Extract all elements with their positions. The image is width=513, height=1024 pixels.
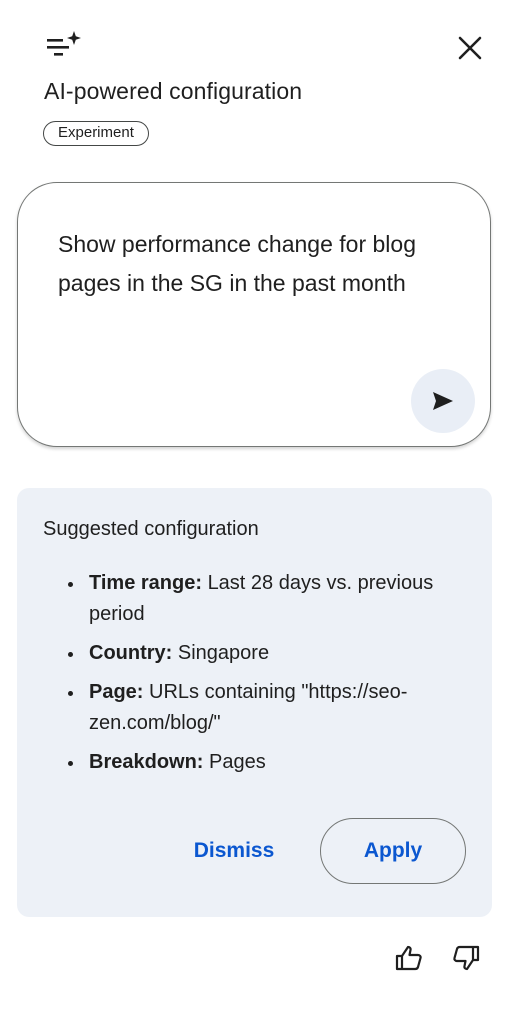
prompt-input-card[interactable]: Show performance change for blog pages i… — [17, 182, 491, 447]
dismiss-button[interactable]: Dismiss — [179, 833, 289, 869]
thumbs-up-icon — [395, 945, 422, 971]
experiment-badge: Experiment — [43, 121, 149, 146]
page-title: AI-powered configuration — [44, 78, 303, 104]
close-button[interactable] — [450, 28, 490, 68]
suggestion-item-country: Country: Singapore — [85, 638, 445, 669]
suggestion-list: Time range: Last 28 days vs. previous pe… — [85, 568, 445, 786]
thumbs-down-button[interactable] — [448, 940, 484, 976]
suggestion-item-breakdown: Breakdown: Pages — [85, 747, 445, 778]
suggested-configuration-title: Suggested configuration — [43, 518, 259, 540]
tune-sparkle-icon — [44, 28, 84, 60]
thumbs-up-button[interactable] — [391, 940, 427, 976]
send-button[interactable] — [411, 369, 475, 433]
close-icon — [458, 36, 482, 60]
ai-config-panel: AI-powered configuration Experiment Show… — [0, 0, 513, 1024]
prompt-input[interactable]: Show performance change for blog pages i… — [58, 225, 458, 303]
thumbs-down-icon — [453, 945, 480, 971]
send-icon — [433, 392, 453, 410]
suggestion-item-time-range: Time range: Last 28 days vs. previous pe… — [85, 568, 445, 630]
apply-button[interactable]: Apply — [320, 818, 466, 884]
suggestion-item-page: Page: URLs containing "https://seo-zen.c… — [85, 677, 445, 739]
suggested-configuration-card: Suggested configuration Time range: Last… — [17, 488, 492, 917]
